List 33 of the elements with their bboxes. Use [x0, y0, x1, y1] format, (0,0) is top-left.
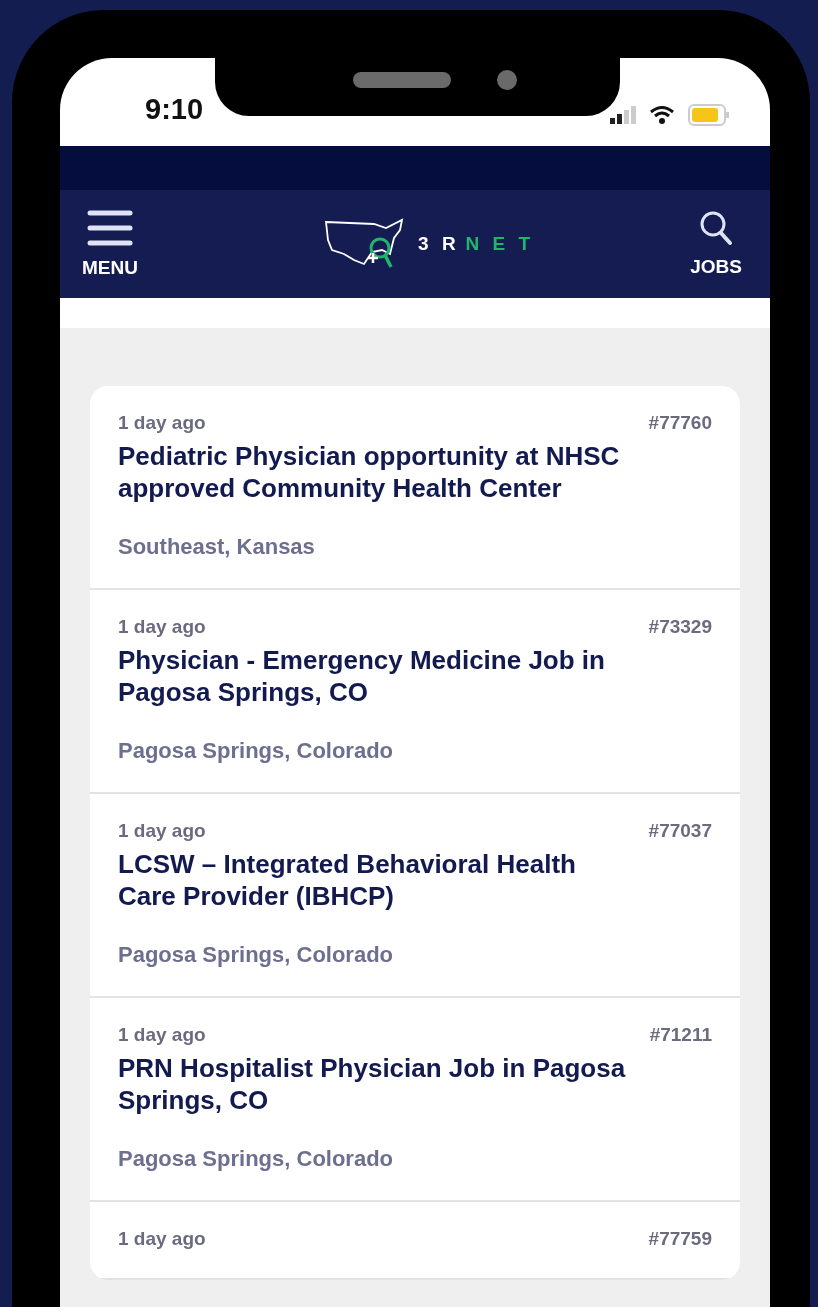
job-title: Physician - Emergency Medicine Job in Pagosa Springs, CO: [118, 644, 606, 708]
camera-dot: [497, 70, 517, 90]
job-location: Pagosa Springs, Colorado: [118, 1146, 395, 1172]
job-list-item[interactable]: 1 day ago #71211 PRN Hospitalist Physician Job in Pagosa Springs, CO Pagosa Springs, Colorado: [90, 998, 740, 1202]
menu-icon: [86, 209, 133, 247]
job-list-item[interactable]: 1 day ago #73329 Physician - Emergency Medicine Job in Pagosa Springs, CO Pagosa Springs, Colorado: [90, 590, 740, 794]
job-location: Pagosa Springs, Colorado: [118, 738, 395, 764]
job-id: #77760: [648, 412, 712, 434]
job-title: Pediatric Physician opportunity at NHSC approved Community Health Center: [118, 440, 621, 504]
job-id: #71211: [649, 1024, 712, 1046]
menu-button[interactable]: MENU: [82, 209, 138, 279]
posted-date: 1 day ago: [118, 412, 206, 434]
job-id: #77037: [648, 820, 712, 842]
wifi-icon: [650, 106, 674, 124]
job-location: Pagosa Springs, Colorado: [118, 942, 395, 968]
posted-date: 1 day ago: [118, 616, 206, 638]
job-list-item[interactable]: 1 day ago #77759: [90, 1202, 740, 1280]
signal-icon: [610, 106, 636, 124]
posted-date: 1 day ago: [118, 1228, 206, 1250]
posted-date: 1 day ago: [118, 1024, 206, 1046]
search-icon: [699, 210, 734, 246]
battery-icon: [688, 104, 730, 126]
job-id: #73329: [648, 616, 712, 638]
job-title: PRN Hospitalist Physician Job in Pagosa Springs, CO: [118, 1052, 627, 1116]
jobs-button[interactable]: JOBS: [690, 210, 742, 278]
job-title: LCSW – Integrated Behavioral Health Care Provider (IBHCP): [118, 848, 577, 912]
job-location: Southeast, Kansas: [118, 534, 316, 560]
posted-date: 1 day ago: [118, 820, 206, 842]
job-list-item[interactable]: 1 day ago #77037 LCSW – Integrated Behavioral Health Care Provider (IBHCP) Pagosa Springs, Colorado: [90, 794, 740, 998]
job-id: #77759: [648, 1228, 712, 1250]
logo-text: 3 R N E T: [418, 233, 535, 255]
job-list-item[interactable]: 1 day ago #77760 Pediatric Physician opportunity at NHSC approved Community Health Center Southeast, Kansas: [90, 386, 740, 590]
status-time: 9:10: [145, 93, 204, 126]
